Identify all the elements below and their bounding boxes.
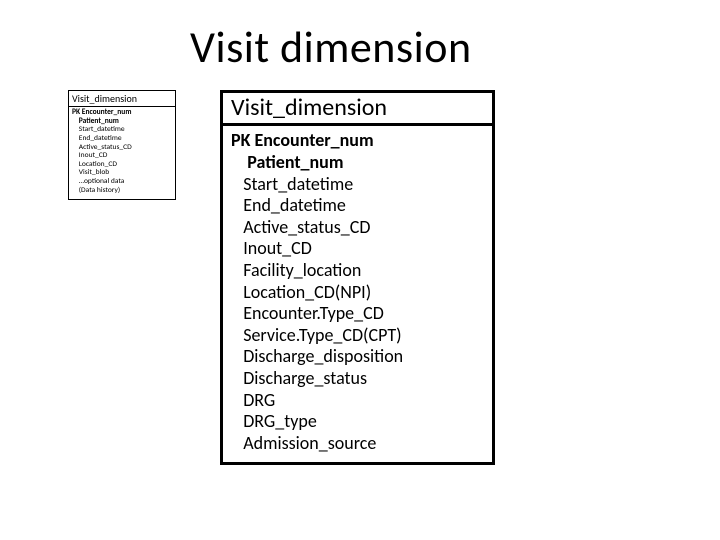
page-title: Visit dimension bbox=[190, 20, 472, 74]
big-table-name: Visit_dimension bbox=[223, 93, 492, 126]
table-row: Active_status_CD bbox=[231, 217, 484, 239]
big-table: Visit_dimension PK Encounter_num Patient… bbox=[220, 90, 495, 465]
table-row: End_datetime bbox=[231, 195, 484, 217]
table-row: Encounter.Type_CD bbox=[231, 303, 484, 325]
table-row: Patient_num bbox=[231, 152, 484, 174]
table-row: Facility_location bbox=[231, 260, 484, 282]
big-table-body: PK Encounter_num Patient_num Start_datet… bbox=[223, 126, 492, 462]
table-row: Start_datetime bbox=[231, 174, 484, 196]
slide: Visit dimension Visit_dimension PK Encou… bbox=[0, 0, 720, 540]
table-row: Location_CD(NPI) bbox=[231, 282, 484, 304]
table-row: Service.Type_CD(CPT) bbox=[231, 325, 484, 347]
table-row: DRG_type bbox=[231, 411, 484, 433]
small-table-name: Visit_dimension bbox=[69, 91, 175, 107]
small-table: Visit_dimension PK Encounter_num Patient… bbox=[68, 90, 176, 200]
table-row: Discharge_status bbox=[231, 368, 484, 390]
table-row: Inout_CD bbox=[231, 238, 484, 260]
table-row: (Data history) bbox=[72, 187, 172, 196]
small-table-body: PK Encounter_num Patient_num Start_datet… bbox=[69, 107, 175, 199]
table-row: PK Encounter_num bbox=[231, 130, 484, 152]
table-row: Discharge_disposition bbox=[231, 346, 484, 368]
table-row: Admission_source bbox=[231, 433, 484, 455]
table-row: DRG bbox=[231, 390, 484, 412]
